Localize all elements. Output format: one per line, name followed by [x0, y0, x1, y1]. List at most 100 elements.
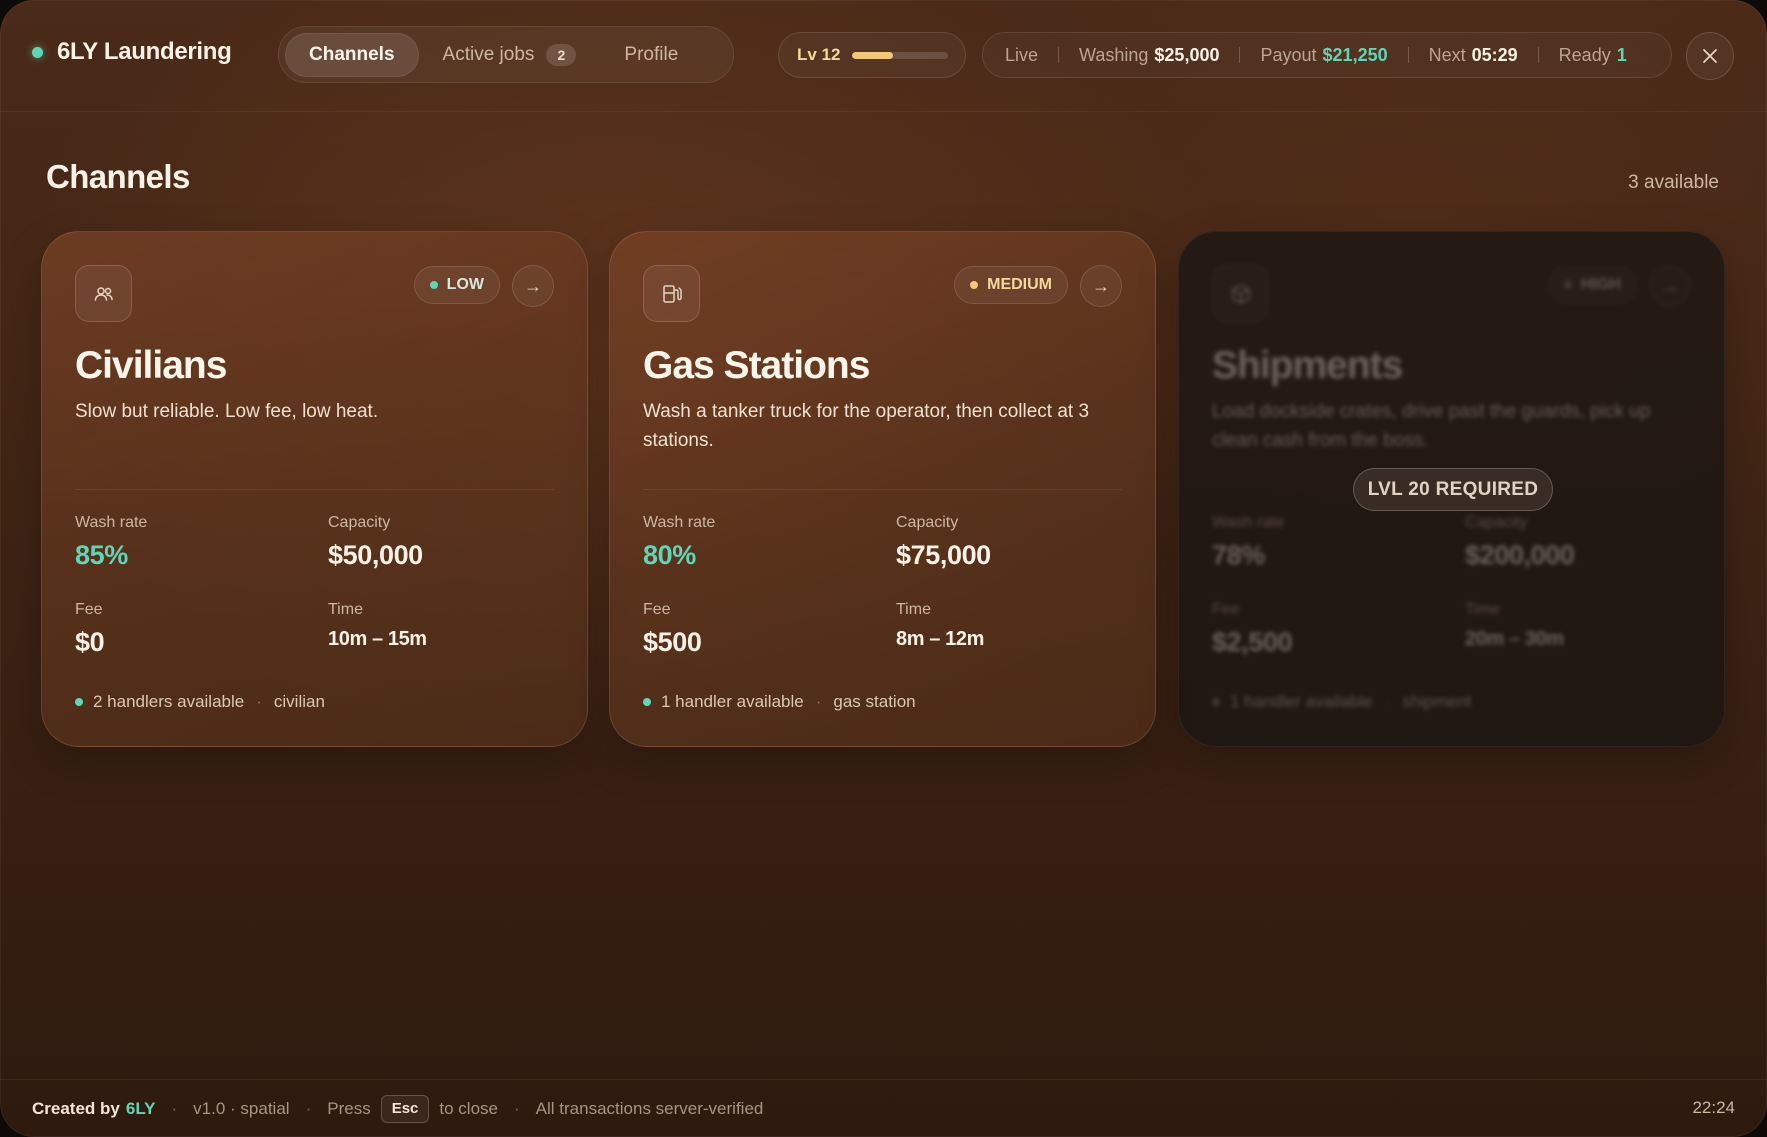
separator-dot: · — [514, 1098, 520, 1118]
fee-stat: Fee $500 — [643, 601, 702, 658]
wash-rate-value: 80% — [643, 540, 696, 570]
wash-rate-stat: Wash rate 85% — [75, 514, 147, 571]
card-title: Civilians — [75, 344, 227, 387]
card-divider — [75, 489, 554, 490]
level-requirement-badge: LVL 20 REQUIRED — [1353, 468, 1553, 511]
fuel-pump-icon — [662, 284, 682, 303]
capacity-stat: Capacity $200,000 — [1465, 514, 1575, 571]
open-channel-button[interactable]: → — [512, 265, 554, 307]
created-by-label: Created by — [32, 1098, 120, 1118]
handler-status-dot — [643, 698, 651, 706]
card-description: Load dockside crates, drive past the gua… — [1212, 401, 1651, 451]
heat-label: MEDIUM — [987, 276, 1052, 293]
card-title: Gas Stations — [643, 344, 870, 387]
card-footer: 2 handlers available · civilian — [75, 692, 325, 712]
tab-bar: Channels Active jobs 2 Profile — [278, 26, 734, 83]
app-title: 6LY Laundering — [57, 38, 232, 65]
next-timer-value: 05:29 — [1471, 44, 1518, 65]
fee-value: $2,500 — [1212, 627, 1293, 657]
fee-value: $500 — [643, 627, 702, 657]
level-progress-bar — [852, 51, 949, 59]
tab-label: Active jobs — [442, 43, 535, 65]
stat-label: Wash rate — [75, 514, 148, 531]
payout-label: Payout — [1260, 44, 1317, 65]
fee-value: $0 — [75, 627, 105, 657]
time-stat: Time 8m – 12m — [896, 601, 984, 651]
capacity-value: $200,000 — [1465, 540, 1575, 570]
stat-label: Fee — [75, 601, 103, 618]
tab-label: Channels — [309, 43, 395, 65]
heat-dot — [970, 281, 979, 289]
time-stat: Time 10m – 15m — [328, 601, 427, 651]
laundering-window: 6LY Laundering Channels Active jobs 2 Pr… — [0, 0, 1767, 1137]
wash-rate-value: 78% — [1212, 540, 1265, 570]
channel-card-shipments-locked: HIGH → Shipments Load dockside crates, d… — [1178, 231, 1725, 747]
footer-bar: Created by 6LY · v1.0 · spatial · Press … — [0, 1079, 1767, 1137]
section-title: Channels — [46, 158, 190, 195]
card-footer: 1 handler available · gas station — [643, 692, 916, 712]
capacity-value: $75,000 — [896, 540, 991, 570]
stat-label: Time — [328, 601, 363, 618]
stat-label: Wash rate — [1212, 514, 1285, 531]
tab-profile[interactable]: Profile — [600, 33, 702, 77]
clock: 22:24 — [1692, 1098, 1735, 1117]
channel-card-gas-stations[interactable]: MEDIUM → Gas Stations Wash a tanker truc… — [609, 231, 1156, 747]
esc-key-hint: Esc — [380, 1094, 430, 1123]
heat-dot — [429, 281, 438, 289]
payout-value: $21,250 — [1322, 44, 1388, 65]
ready-label: Ready — [1558, 44, 1611, 65]
wash-rate-stat: Wash rate 78% — [1212, 514, 1284, 571]
author-name: 6LY — [125, 1098, 156, 1118]
tab-active-jobs[interactable]: Active jobs 2 — [419, 33, 601, 77]
close-button[interactable] — [1686, 32, 1734, 80]
card-icon-box — [1212, 265, 1269, 322]
divider — [1407, 47, 1409, 63]
stat-label: Time — [1465, 601, 1500, 618]
channel-card-civilians[interactable]: LOW → Civilians Slow but reliable. Low f… — [41, 231, 588, 747]
card-divider — [643, 489, 1122, 490]
open-channel-button[interactable]: → — [1080, 265, 1122, 307]
active-jobs-count-badge: 2 — [546, 43, 577, 66]
handlers-available: 1 handler available — [661, 692, 804, 711]
status-strip: Live Washing $25,000 Payout $21,250 Next… — [982, 32, 1672, 78]
wash-rate-value: 85% — [75, 540, 128, 570]
available-count: 3 available — [1628, 172, 1719, 193]
level-indicator: Lv 12 — [778, 32, 966, 78]
status-dot — [32, 46, 43, 58]
stat-label: Wash rate — [643, 514, 716, 531]
close-icon — [1703, 49, 1717, 63]
heat-dot — [1564, 281, 1572, 289]
divider — [1058, 47, 1060, 63]
heat-badge: HIGH — [1548, 266, 1637, 304]
handler-status-dot — [75, 698, 83, 706]
washing-label: Washing — [1079, 44, 1149, 65]
handler-status-dot — [1212, 698, 1220, 706]
channel-tag: gas station — [833, 692, 916, 711]
channel-tag: civilian — [273, 692, 325, 711]
to-close-label: to close — [439, 1098, 498, 1118]
stat-label: Capacity — [1465, 514, 1528, 531]
heat-badge: LOW — [413, 266, 500, 304]
level-label: Lv 12 — [797, 45, 841, 64]
heat-badge: MEDIUM — [954, 266, 1068, 304]
next-label: Next — [1428, 44, 1466, 65]
washing-value: $25,000 — [1154, 44, 1220, 65]
version-label: v1.0 · spatial — [193, 1098, 290, 1118]
arrow-right-icon: → — [524, 275, 542, 296]
separator-dot: · — [256, 692, 262, 711]
time-value: 20m – 30m — [1465, 628, 1564, 650]
card-footer: 1 handler available · shipment — [1212, 692, 1471, 712]
handlers-available: 2 handlers available — [93, 692, 245, 711]
tab-channels[interactable]: Channels — [285, 32, 419, 77]
fee-stat: Fee $0 — [75, 601, 105, 658]
capacity-value: $50,000 — [328, 540, 423, 570]
capacity-stat: Capacity $75,000 — [896, 514, 991, 571]
stat-label: Fee — [1212, 601, 1240, 618]
separator-dot: · — [171, 1098, 178, 1118]
capacity-stat: Capacity $50,000 — [328, 514, 423, 571]
live-label: Live — [1005, 44, 1039, 65]
tab-label: Profile — [624, 43, 679, 65]
separator-dot: · — [815, 692, 822, 711]
channel-tag: shipment — [1402, 692, 1472, 711]
ready-value: 1 — [1616, 44, 1627, 65]
